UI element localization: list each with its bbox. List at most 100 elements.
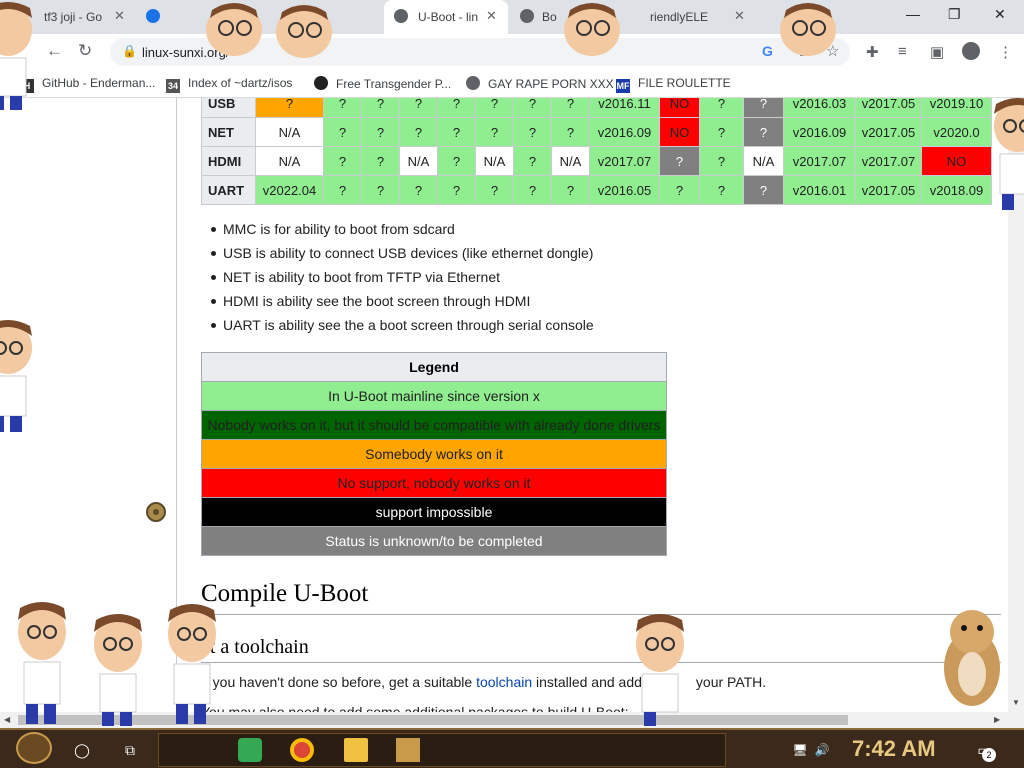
horizontal-scrollbar[interactable]: ◀ ▶ <box>0 712 1024 728</box>
toolchain-link[interactable]: toolchain <box>476 674 532 690</box>
media-queue-icon[interactable]: ≡ <box>898 43 907 60</box>
chrome-app-icon[interactable] <box>290 738 314 762</box>
tab-label: tf3 joji - Go <box>44 10 103 24</box>
profile-avatar-icon[interactable] <box>962 42 980 60</box>
table-cell: ? <box>475 98 514 118</box>
character-overlay <box>0 320 32 432</box>
tab-label: riendlyELE <box>650 10 709 24</box>
side-panel-icon[interactable]: ▣ <box>930 43 944 61</box>
globe-icon <box>520 9 534 23</box>
table-cell: v2022.04 <box>255 175 324 205</box>
table-cell: NO <box>921 146 992 176</box>
app-icon[interactable] <box>396 738 420 762</box>
table-cell: v2016.09 <box>589 117 660 147</box>
table-cell: v2016.11 <box>589 98 660 118</box>
character-overlay <box>206 3 262 56</box>
table-cell: v2017.07 <box>589 146 660 176</box>
character-overlay <box>94 614 142 726</box>
close-window-button[interactable]: ✕ <box>994 6 1006 23</box>
tab-close-icon[interactable]: ✕ <box>114 8 125 24</box>
start-button[interactable] <box>16 732 52 764</box>
paragraph-text: If you haven't done so before, get a sui… <box>201 674 477 690</box>
bookmark-file-roulette[interactable]: MF FILE ROULETTE <box>616 76 731 93</box>
table-cell: ? <box>361 146 400 176</box>
table-cell: ? <box>437 175 476 205</box>
table-cell: ? <box>551 117 590 147</box>
minimize-button[interactable]: — <box>906 6 920 22</box>
section-heading: Compile U-Boot <box>201 580 369 607</box>
hamster-overlay <box>944 610 1000 706</box>
bookmark-label: FILE ROULETTE <box>638 76 731 90</box>
table-cell: v2020.0 <box>921 117 992 147</box>
tab-close-icon[interactable]: ✕ <box>734 8 745 24</box>
legend-row-unknown: Status is unknown/to be completed <box>201 526 667 556</box>
tab-strip: tf3 joji - Go ✕ U-Boot - lin ✕ Bo riendl… <box>0 0 1024 34</box>
table-cell: ? <box>323 146 362 176</box>
sheets-app-icon[interactable] <box>238 738 262 762</box>
notes-list: MMC is for ability to boot from sdcard U… <box>211 220 594 340</box>
maximize-button[interactable]: ❐ <box>948 6 961 23</box>
table-cell: ? <box>513 175 552 205</box>
tab-uboot[interactable]: U-Boot - lin ✕ <box>384 0 508 34</box>
volume-icon[interactable]: 🔊 <box>810 738 834 762</box>
table-cell: ? <box>361 117 400 147</box>
bookmark-github[interactable]: H GitHub - Enderman... <box>20 76 155 93</box>
extensions-puzzle-icon[interactable]: ✚ <box>866 43 879 61</box>
table-cell: N/A <box>255 117 324 147</box>
file-explorer-icon[interactable] <box>344 738 368 762</box>
row-header: NET <box>201 117 256 147</box>
table-cell: ? <box>659 175 700 205</box>
list-item: MMC is for ability to boot from sdcard <box>211 220 594 244</box>
bookmark-free-p[interactable]: Free Transgender P... <box>314 76 451 91</box>
search-icon[interactable]: ◯ <box>70 738 94 762</box>
tab-favicon-icon <box>146 9 160 23</box>
table-cell: N/A <box>399 146 438 176</box>
table-cell: v2017.05 <box>855 117 922 147</box>
back-arrow-icon[interactable]: ← <box>46 41 63 61</box>
taskbar: ◯ ⧉ 🖥 🔊 7:42 AM ▭ 2 <box>0 728 1024 768</box>
table-cell: ? <box>743 175 784 205</box>
scroll-right-icon[interactable]: ▶ <box>994 715 1000 724</box>
tab-friendlyelec[interactable]: riendlyELE ✕ <box>640 0 756 34</box>
table-cell: N/A <box>743 146 784 176</box>
table-cell: ? <box>513 146 552 176</box>
character-overlay <box>636 614 684 726</box>
list-item: HDMI is ability see the boot screen thro… <box>211 292 594 316</box>
globe-icon <box>466 76 480 90</box>
table-cell: ? <box>399 175 438 205</box>
table-cell: ? <box>361 175 400 205</box>
table-cell: ? <box>659 146 700 176</box>
table-cell: ? <box>399 98 438 118</box>
scroll-left-icon[interactable]: ◀ <box>4 715 10 724</box>
bookmark-isos[interactable]: 34 Index of ~dartz/isos <box>166 76 292 93</box>
paragraph-text: your PATH. <box>695 674 767 690</box>
legend-table: Legend In U-Boot mainline since version … <box>201 352 667 556</box>
table-cell: v2017.07 <box>855 146 922 176</box>
list-item: USB is ability to connect USB devices (l… <box>211 244 594 268</box>
reload-icon[interactable]: ↻ <box>78 41 92 61</box>
table-cell: ? <box>323 117 362 147</box>
scroll-down-icon[interactable]: ▼ <box>1012 698 1020 707</box>
bookmark-xxx[interactable]: GAY RAPE PORN XXX <box>466 76 614 91</box>
bookmark-label: Free Transgender P... <box>336 77 452 91</box>
more-menu-icon[interactable]: ⋮ <box>998 43 1013 61</box>
task-view-icon[interactable]: ⧉ <box>118 738 142 762</box>
table-cell: v2017.05 <box>855 98 922 118</box>
bookmark-label: GAY RAPE PORN XXX <box>488 77 614 91</box>
table-cell: ? <box>743 98 784 118</box>
table-cell: v2016.05 <box>589 175 660 205</box>
character-overlay <box>18 602 66 724</box>
bookmarks-bar: H GitHub - Enderman... 34 Index of ~dartz/… <box>0 70 1024 98</box>
bookmark-label: Index of ~dartz/isos <box>188 76 293 90</box>
table-cell: ? <box>551 175 590 205</box>
tab-close-icon[interactable]: ✕ <box>486 8 497 24</box>
table-cell: ? <box>437 98 476 118</box>
row-header: UART <box>201 175 256 205</box>
page-content: USB???????? v2016.11 NO?? v2016.03 v2017.05 v… <box>0 98 1008 712</box>
character-overlay <box>780 3 836 56</box>
legend-row-impossible: support impossible <box>201 497 667 527</box>
clock[interactable]: 7:42 AM <box>852 736 936 762</box>
network-icon[interactable]: 🖥 <box>788 738 812 762</box>
character-overlay <box>564 3 620 56</box>
table-cell: N/A <box>255 146 324 176</box>
